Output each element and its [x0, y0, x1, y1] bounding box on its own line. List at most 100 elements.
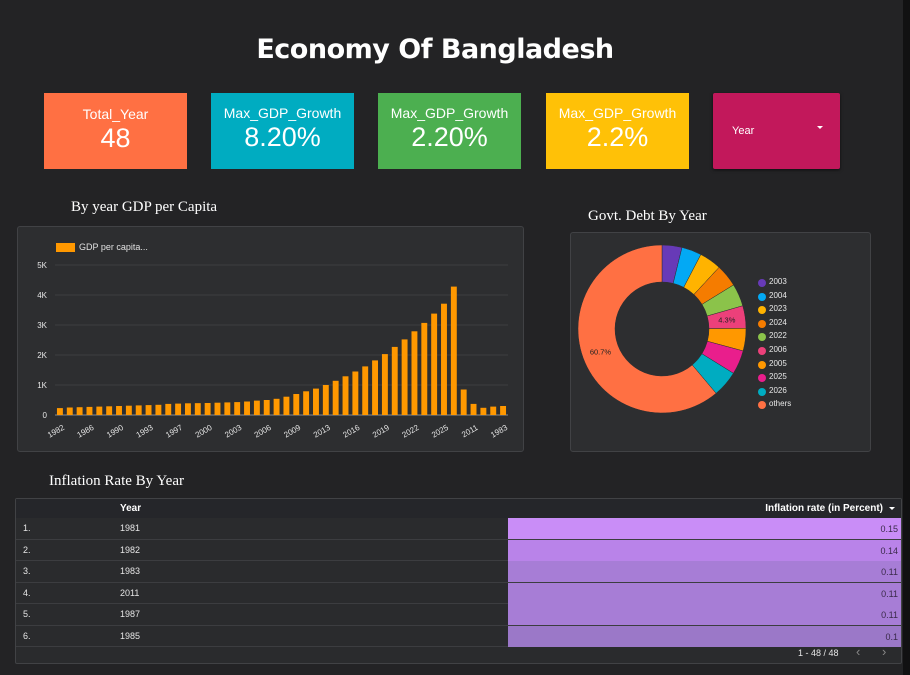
year-filter-dropdown[interactable]: Year	[713, 93, 840, 169]
table-header: Year Inflation rate (in Percent)	[16, 499, 901, 518]
gdp-bar[interactable]	[490, 406, 497, 415]
gdp-bar[interactable]	[204, 403, 211, 415]
gdp-bar[interactable]	[165, 403, 172, 415]
gdp-bar[interactable]	[263, 400, 270, 415]
inflation-heat-cell	[508, 518, 901, 539]
gdp-bar[interactable]	[322, 385, 329, 415]
scrollbar-track[interactable]	[903, 0, 910, 675]
table-row[interactable]: 3. 1983 0.11	[16, 561, 901, 583]
gdp-bar[interactable]	[253, 400, 260, 415]
legend-label: others	[769, 399, 792, 409]
gdp-bar[interactable]	[450, 286, 457, 415]
legend-dot	[758, 374, 766, 383]
kpi-label: Max_GDP_Growth	[223, 105, 342, 121]
year-filter-label: Year	[732, 125, 755, 137]
row-index: 6.	[23, 630, 31, 641]
table-row[interactable]: 5. 1987 0.11	[16, 604, 901, 626]
gdp-bar[interactable]	[460, 389, 467, 416]
gdp-bar[interactable]	[401, 339, 408, 415]
chevron-right-icon[interactable]: ›	[882, 644, 886, 659]
legend-dot	[758, 319, 766, 328]
gdp-bar[interactable]	[303, 391, 310, 415]
gdp-bar[interactable]	[381, 354, 388, 415]
legend-dot	[758, 279, 766, 287]
inflation-heat-cell	[508, 582, 901, 604]
row-inflation-value: 0.11	[881, 610, 898, 620]
table-row[interactable]: 4. 2011 0.11	[16, 582, 901, 604]
x-tick-label: 2000	[194, 423, 214, 440]
kpi-value: 2.20%	[411, 122, 488, 152]
inflation-heat-cell	[508, 561, 901, 582]
row-inflation-value: 0.1	[885, 631, 898, 642]
legend-label: 2025	[769, 372, 787, 382]
y-tick-label: 5K	[37, 261, 47, 270]
gdp-bar[interactable]	[214, 402, 221, 415]
gdp-bar[interactable]	[480, 407, 487, 415]
kpi-value: 2.2%	[586, 122, 649, 152]
inflation-heat-cell	[508, 625, 901, 647]
gdp-bar[interactable]	[352, 371, 359, 416]
row-year: 1982	[120, 544, 141, 555]
table-row[interactable]: 1. 1981 0.15	[16, 518, 901, 540]
legend-dot	[758, 346, 766, 355]
gdp-bar[interactable]	[194, 403, 201, 415]
gdp-bar[interactable]	[224, 402, 231, 415]
gdp-bar[interactable]	[431, 313, 438, 415]
gdp-bar[interactable]	[96, 406, 103, 415]
legend-label: 2024	[769, 317, 787, 327]
gdp-bar[interactable]	[313, 388, 319, 415]
legend-label: 2006	[769, 344, 787, 354]
gdp-bar[interactable]	[332, 380, 339, 415]
x-tick-label: 2006	[253, 423, 273, 440]
debt-donut-chart: 4.3% 60.7%	[577, 244, 747, 414]
row-inflation-value: 0.11	[881, 567, 898, 577]
row-inflation-value: 0.11	[881, 588, 898, 599]
gdp-bar[interactable]	[470, 403, 477, 415]
gdp-bar[interactable]	[293, 394, 300, 415]
gdp-bar[interactable]	[145, 405, 152, 415]
gdp-bar[interactable]	[283, 396, 290, 415]
page-title: Economy Of Bangladesh	[256, 34, 614, 65]
kpi-label: Max_GDP_Growth	[390, 105, 509, 121]
row-inflation-value: 0.14	[880, 545, 898, 556]
gdp-bar[interactable]	[66, 407, 73, 416]
gdp-bar[interactable]	[56, 408, 63, 415]
gdp-bar[interactable]	[76, 407, 83, 415]
row-year: 1981	[120, 523, 141, 533]
legend-dot	[758, 360, 766, 369]
gdp-bar[interactable]	[244, 401, 250, 416]
gdp-bar[interactable]	[500, 406, 507, 415]
legend-dot	[758, 306, 766, 315]
gdp-bar[interactable]	[175, 403, 182, 415]
legend-label: 2003	[769, 277, 787, 286]
gdp-bar[interactable]	[106, 406, 113, 415]
gdp-bar[interactable]	[441, 303, 447, 415]
kpi-value: 48	[100, 123, 131, 153]
gdp-bar[interactable]	[125, 405, 132, 415]
x-tick-label: 2022	[401, 423, 421, 440]
gdp-bar[interactable]	[116, 406, 122, 415]
gdp-bar[interactable]	[391, 346, 398, 415]
x-tick-label: 2013	[312, 423, 332, 440]
gdp-bar[interactable]	[86, 406, 93, 415]
slice-label: 60.7%	[590, 347, 612, 356]
gdp-bar[interactable]	[184, 403, 191, 415]
gdp-bar[interactable]	[411, 331, 418, 415]
sort-desc-icon[interactable]	[889, 507, 895, 510]
chevron-left-icon[interactable]: ‹	[856, 644, 860, 659]
y-tick-label: 0	[43, 411, 48, 420]
gdp-bar[interactable]	[273, 398, 280, 415]
pagination-label: 1 - 48 / 48	[798, 648, 839, 658]
gdp-bar[interactable]	[135, 405, 142, 415]
gdp-bar[interactable]	[421, 322, 428, 415]
gdp-bar[interactable]	[372, 360, 379, 415]
col-header-inflation[interactable]: Inflation rate (in Percent)	[765, 503, 883, 514]
gdp-bar[interactable]	[342, 376, 349, 415]
x-tick-label: 2009	[282, 423, 302, 440]
gdp-bar[interactable]	[234, 402, 241, 415]
col-header-year[interactable]: Year	[120, 503, 141, 514]
table-row[interactable]: 2. 1982 0.14	[16, 539, 901, 561]
gdp-bar[interactable]	[362, 366, 369, 415]
table-row[interactable]: 6. 1985 0.1	[16, 625, 901, 647]
gdp-bar[interactable]	[155, 404, 162, 415]
